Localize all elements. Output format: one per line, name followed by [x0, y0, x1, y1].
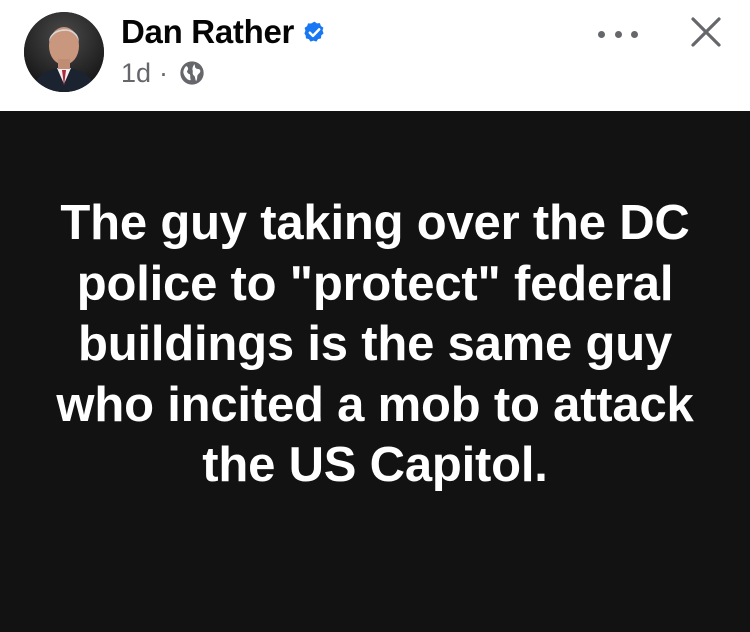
- globe-icon[interactable]: [178, 59, 206, 87]
- post-content-card: The guy taking over the DC police to "pr…: [0, 111, 750, 632]
- close-icon[interactable]: [688, 14, 724, 50]
- avatar[interactable]: [24, 12, 104, 92]
- more-options-icon[interactable]: [598, 22, 638, 46]
- more-dot: [631, 30, 638, 38]
- post-timestamp[interactable]: 1d: [121, 58, 151, 89]
- post-meta: 1d ·: [121, 56, 206, 90]
- meta-separator: ·: [159, 57, 169, 88]
- more-dot: [598, 30, 605, 38]
- post-text: The guy taking over the DC police to "pr…: [56, 196, 694, 492]
- avatar-image: [24, 12, 104, 92]
- verified-badge-icon: [302, 20, 327, 45]
- facebook-post: Dan Rather 1d · The guy taking over the …: [0, 0, 750, 632]
- author-name[interactable]: Dan Rather: [121, 13, 294, 51]
- more-dot: [614, 30, 622, 38]
- post-header: Dan Rather 1d ·: [0, 0, 750, 111]
- author-row: Dan Rather: [121, 12, 327, 52]
